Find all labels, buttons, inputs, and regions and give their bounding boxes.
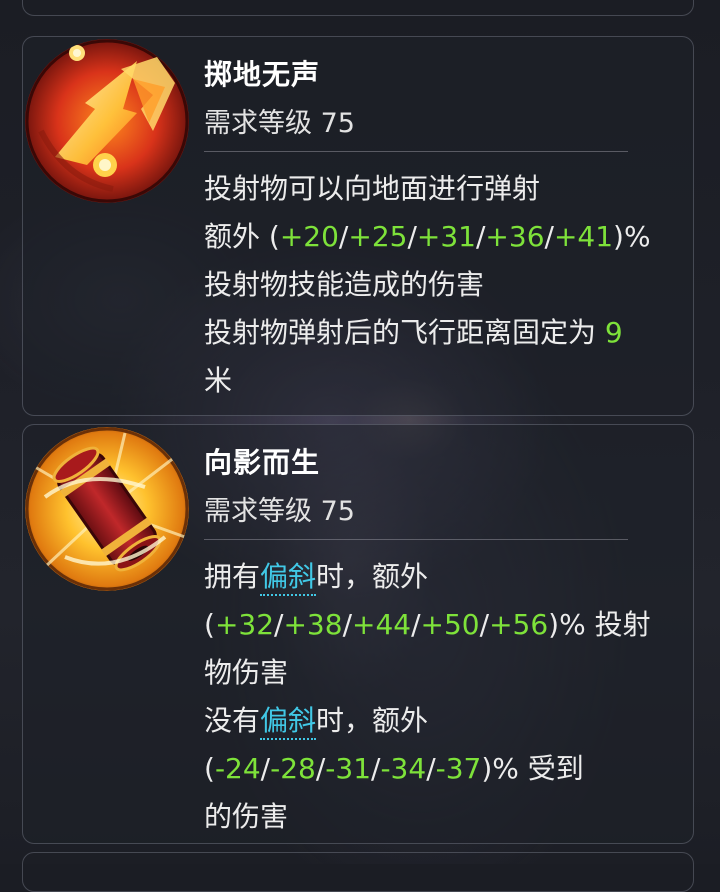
skill-name: 掷地无声 xyxy=(204,58,321,91)
desc-text: 拥有 xyxy=(204,560,261,593)
desc-text: )% 受到 xyxy=(481,752,584,785)
desc-text: 投射物弹射后的飞行距离固定为 xyxy=(204,316,605,349)
desc-line: (+32/+38/+44/+50/+56)% 投射 xyxy=(204,601,674,649)
separator: / xyxy=(544,220,554,253)
rank-value: -31 xyxy=(325,752,372,785)
separator: / xyxy=(342,608,352,641)
rank-value: +32 xyxy=(214,608,275,641)
rank-value: +31 xyxy=(416,220,476,253)
previous-card-edge xyxy=(22,0,694,16)
desc-line: 拥有偏斜时，额外 xyxy=(204,553,674,601)
keyword-link-deflection[interactable]: 偏斜 xyxy=(260,704,317,740)
skill-description: 拥有偏斜时，额外 (+32/+38/+44/+50/+56)% 投射 物伤害 没… xyxy=(204,553,674,841)
desc-line: 的伤害 xyxy=(204,793,674,841)
desc-text: 没有 xyxy=(204,704,261,737)
separator: / xyxy=(315,752,326,785)
rank-value: +50 xyxy=(420,608,480,641)
desc-text: ( xyxy=(204,752,215,785)
fireball-bounce-icon xyxy=(25,39,189,203)
desc-line: 投射物技能造成的伤害 xyxy=(204,261,674,309)
rank-value: +20 xyxy=(279,220,339,253)
desc-text: 投射物技能造成的伤害 xyxy=(204,268,485,301)
separator: / xyxy=(260,752,271,785)
separator: / xyxy=(426,752,436,785)
rank-value: +38 xyxy=(283,608,343,641)
desc-line: 额外 (+20/+25/+31/+36/+41)% xyxy=(204,213,674,261)
distance-value: 9 xyxy=(604,316,623,349)
skill-name: 向影而生 xyxy=(204,446,321,479)
desc-text: 时，额外 xyxy=(316,704,429,737)
desc-line: 投射物弹射后的飞行距离固定为 9 xyxy=(204,309,674,357)
skill-description: 投射物可以向地面进行弹射 额外 (+20/+25/+31/+36/+41)% 投… xyxy=(204,165,674,405)
desc-line: 投射物可以向地面进行弹射 xyxy=(204,165,674,213)
separator: / xyxy=(407,220,417,253)
desc-text: 米 xyxy=(204,364,233,397)
rank-value: +44 xyxy=(352,608,412,641)
divider xyxy=(204,151,628,152)
divider xyxy=(204,539,628,540)
next-card-edge xyxy=(22,852,694,892)
separator: / xyxy=(338,220,349,253)
rank-value: -24 xyxy=(214,752,261,785)
desc-line: 没有偏斜时，额外 xyxy=(204,697,674,745)
skill-required-level: 需求等级 75 xyxy=(204,496,355,527)
rank-value: +36 xyxy=(485,220,545,253)
separator: / xyxy=(411,608,421,641)
skill-required-level: 需求等级 75 xyxy=(204,108,355,139)
desc-line: 米 xyxy=(204,357,674,405)
rank-value: +41 xyxy=(553,220,614,253)
desc-text: 额外 ( xyxy=(204,220,280,253)
separator: / xyxy=(479,608,490,641)
rank-value: -28 xyxy=(270,752,316,785)
desc-line: 物伤害 xyxy=(204,649,674,697)
skill-card-1[interactable]: 掷地无声 需求等级 75 投射物可以向地面进行弹射 额外 (+20/+25/+3… xyxy=(22,36,694,416)
desc-text: ( xyxy=(204,608,215,641)
rank-value: +56 xyxy=(489,608,549,641)
desc-text: )% xyxy=(613,220,651,253)
desc-text: 投射物可以向地面进行弹射 xyxy=(204,172,541,205)
desc-text: 的伤害 xyxy=(204,800,289,833)
scroll-quiver-icon xyxy=(25,427,189,591)
rank-value: +25 xyxy=(348,220,408,253)
keyword-link-deflection[interactable]: 偏斜 xyxy=(260,560,317,596)
desc-text: 时，额外 xyxy=(316,560,429,593)
skill-card-2[interactable]: 向影而生 需求等级 75 拥有偏斜时，额外 (+32/+38/+44/+50/+… xyxy=(22,424,694,844)
rank-value: -34 xyxy=(380,752,427,785)
desc-text: 物伤害 xyxy=(204,656,289,689)
desc-line: (-24/-28/-31/-34/-37)% 受到 xyxy=(204,745,674,793)
desc-text: )% 投射 xyxy=(548,608,651,641)
separator: / xyxy=(475,220,486,253)
rank-value: -37 xyxy=(435,752,482,785)
